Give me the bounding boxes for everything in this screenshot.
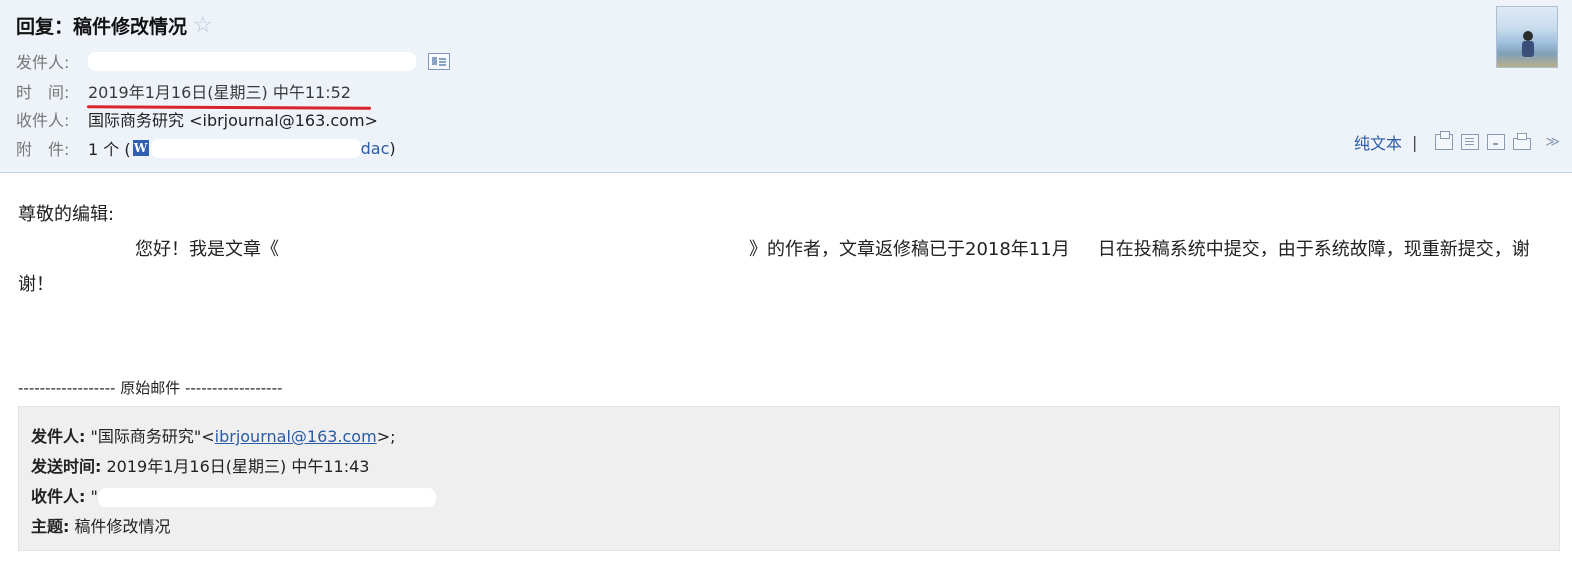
original-from-email-link[interactable]: ibrjournal@163.com bbox=[215, 427, 377, 446]
plain-text-button[interactable]: 纯文本 bbox=[1354, 130, 1402, 154]
original-from-label: 发件人: bbox=[31, 427, 86, 446]
sender-row: 发件人: bbox=[16, 48, 450, 74]
contact-card-icon[interactable] bbox=[428, 52, 450, 70]
avatar-figure-head bbox=[1523, 31, 1533, 41]
message-header: 回复：稿件修改情况 ☆ 发件人: 时 间: 2019年1月16日(星期三) 中午… bbox=[0, 0, 1572, 173]
chevron-down-icon[interactable]: ≫ bbox=[1545, 134, 1560, 150]
attachment-name-redacted bbox=[150, 138, 361, 158]
time-text: 2019年1月16日(星期三) 中午11:52 bbox=[88, 83, 351, 102]
original-to-prefix: " bbox=[90, 487, 98, 506]
original-subject-label: 主题: bbox=[31, 517, 70, 536]
avatar[interactable] bbox=[1496, 6, 1558, 68]
time-label: 时 间: bbox=[16, 83, 70, 102]
original-sent-row: 发送时间: 2019年1月16日(星期三) 中午11:43 bbox=[31, 453, 369, 477]
attachment-row: 附 件: 1 个 ( W dac ) bbox=[16, 135, 396, 161]
original-subject-row: 主题: 稿件修改情况 bbox=[31, 513, 171, 537]
original-sent-value: 2019年1月16日(星期三) 中午11:43 bbox=[106, 457, 370, 476]
download-icon[interactable] bbox=[1487, 134, 1506, 150]
article-title-redacted bbox=[279, 239, 749, 261]
original-mail-divider: ------------------ 原始邮件 ----------------… bbox=[18, 379, 283, 397]
new-window-icon[interactable] bbox=[1435, 131, 1454, 150]
view-source-icon[interactable] bbox=[1461, 134, 1480, 150]
original-to-row: 收件人: " bbox=[31, 483, 436, 507]
message-paragraph: 您好！我是文章《 》的作者，文章返修稿已于2018年11月 日在投稿系统中提交，由于… bbox=[18, 232, 1548, 302]
date-redacted bbox=[1069, 239, 1098, 261]
avatar-figure-body bbox=[1522, 41, 1534, 57]
toolbar-separator: | bbox=[1411, 132, 1418, 152]
original-from-row: 发件人: "国际商务研究"<ibrjournal@163.com>; bbox=[31, 423, 395, 447]
recipient-label: 收件人: bbox=[16, 111, 70, 130]
time-row: 时 间: 2019年1月16日(星期三) 中午11:52 bbox=[16, 78, 371, 110]
sender-label: 发件人: bbox=[16, 53, 70, 72]
original-to-label: 收件人: bbox=[31, 487, 86, 506]
original-to-redacted bbox=[97, 488, 436, 507]
message-toolbar: 纯文本 | ≫ bbox=[1354, 130, 1560, 154]
star-icon[interactable]: ☆ bbox=[193, 13, 213, 38]
attachment-count: 1 个 ( bbox=[88, 140, 131, 159]
greeting: 尊敬的编辑: bbox=[18, 204, 115, 225]
attachment-label: 附 件: bbox=[16, 140, 70, 159]
original-from-prefix: "国际商务研究"< bbox=[90, 427, 215, 446]
original-from-suffix: >; bbox=[376, 427, 396, 446]
attachment-close: ) bbox=[389, 138, 396, 158]
word-doc-icon[interactable]: W bbox=[132, 140, 149, 156]
time-value: 2019年1月16日(星期三) 中午11:52 bbox=[86, 79, 371, 110]
original-sent-label: 发送时间: bbox=[31, 457, 102, 476]
recipient-value[interactable]: 国际商务研究 <ibrjournal@163.com> bbox=[88, 107, 378, 131]
sender-redacted bbox=[88, 51, 416, 71]
original-subject-value: 稿件修改情况 bbox=[74, 517, 171, 536]
message-subject: 回复：稿件修改情况 bbox=[16, 15, 188, 38]
subject-row: 回复：稿件修改情况 ☆ bbox=[16, 10, 213, 40]
original-mail-box: 发件人: "国际商务研究"<ibrjournal@163.com>; 发送时间:… bbox=[18, 406, 1560, 551]
print-icon[interactable] bbox=[1513, 133, 1532, 150]
para-mid: 》的作者，文章返修稿已于2018年11月 bbox=[749, 239, 1070, 260]
recipient-row: 收件人: 国际商务研究 <ibrjournal@163.com> bbox=[16, 106, 378, 132]
para-start: 您好！我是文章《 bbox=[135, 239, 279, 260]
attachment-name[interactable]: dac bbox=[361, 139, 390, 158]
